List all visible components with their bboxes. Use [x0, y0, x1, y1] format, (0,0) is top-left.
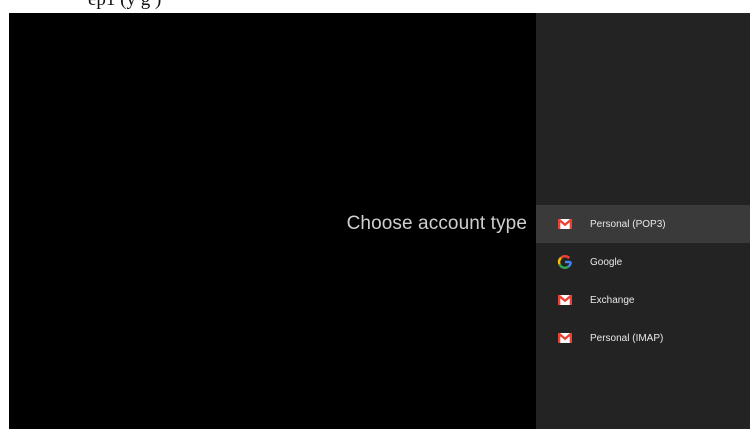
account-type-panel: Personal (POP3) Google Exchange Personal… [536, 13, 750, 429]
menu-item-label: Google [590, 256, 623, 268]
menu-item-personal-pop3[interactable]: Personal (POP3) [536, 205, 750, 243]
page-title: Choose account type [346, 213, 527, 234]
gmail-icon [557, 216, 573, 232]
menu-item-label: Exchange [590, 294, 635, 306]
tv-screen: Choose account type Personal (POP3) Goog… [9, 13, 750, 429]
gmail-icon [557, 292, 573, 308]
menu-item-google[interactable]: Google [536, 243, 750, 281]
main-area: Choose account type [9, 13, 536, 429]
google-icon [557, 254, 573, 270]
cutoff-caption: ep1 (y g ) [88, 0, 508, 9]
gmail-icon [557, 330, 573, 346]
account-type-list: Personal (POP3) Google Exchange Personal… [536, 205, 750, 357]
menu-item-label: Personal (IMAP) [590, 332, 664, 344]
screenshot-frame: ep1 (y g ) Choose account type Personal … [0, 0, 750, 429]
menu-item-exchange[interactable]: Exchange [536, 281, 750, 319]
menu-item-personal-imap[interactable]: Personal (IMAP) [536, 319, 750, 357]
menu-item-label: Personal (POP3) [590, 218, 666, 230]
